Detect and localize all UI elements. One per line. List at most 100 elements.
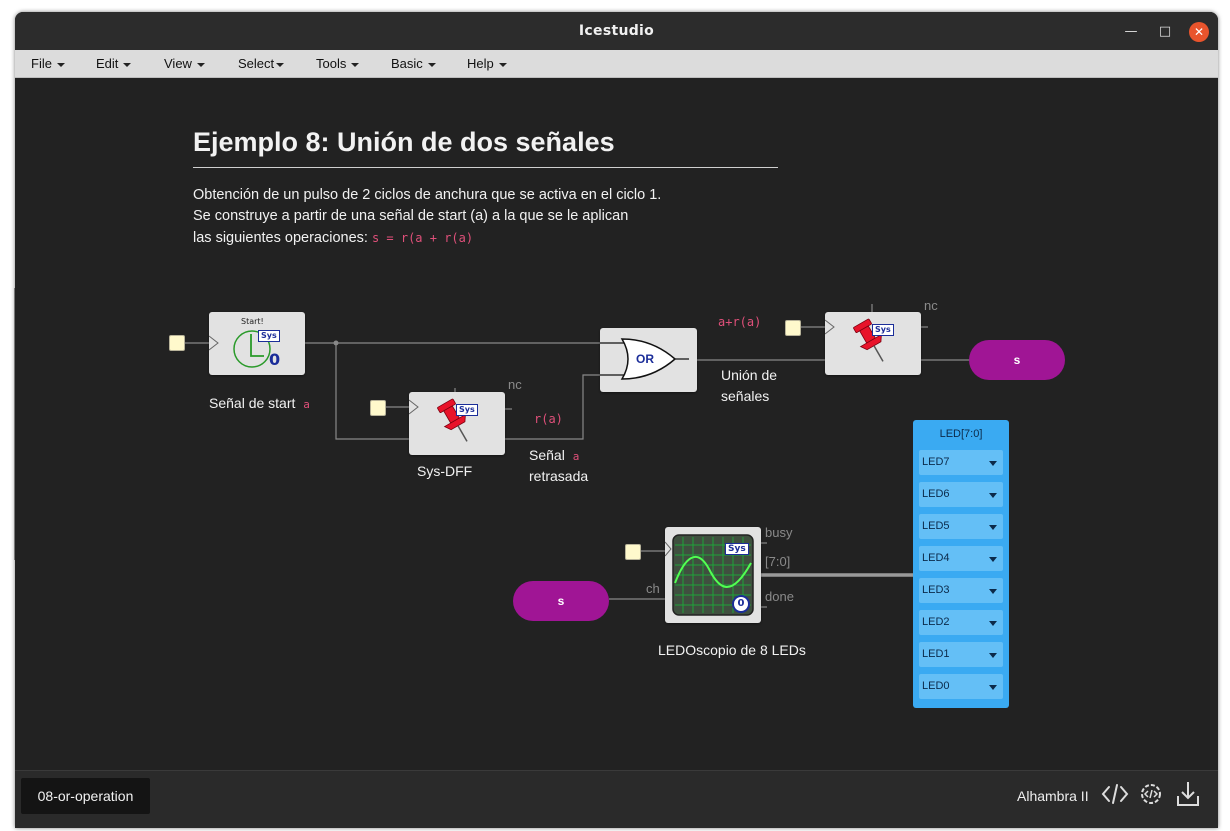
led-label: LED3 xyxy=(922,584,950,596)
delayed-caption-line-2: retrasada xyxy=(529,468,589,484)
led-select-7[interactable]: LED7 xyxy=(919,450,1003,475)
or-output-label: a+r(a) xyxy=(718,315,762,329)
menu-help[interactable]: Help xyxy=(467,56,507,71)
led-select-1[interactable]: LED1 xyxy=(919,642,1003,667)
led-label: LED1 xyxy=(922,648,950,660)
or-caption-line-1: Unión de xyxy=(721,367,778,383)
board-selector[interactable]: Alhambra II xyxy=(1017,788,1089,804)
led-select-5[interactable]: LED5 xyxy=(919,514,1003,539)
delayed-caption-code: a xyxy=(572,450,580,463)
menu-view[interactable]: View xyxy=(164,56,205,71)
led-select-0[interactable]: LED0 xyxy=(919,674,1003,699)
menu-tools[interactable]: Tools xyxy=(316,56,360,71)
description-line-1: Obtención de un pulso de 2 ciclos de anc… xyxy=(193,187,662,203)
led-label: LED0 xyxy=(922,680,950,692)
clock-input-port[interactable] xyxy=(785,320,801,336)
led-select-4[interactable]: LED4 xyxy=(919,546,1003,571)
dff1-caption: Sys-DFF xyxy=(417,463,473,479)
description-formula: s = r(a + r(a) xyxy=(371,231,474,245)
pin-icon xyxy=(825,318,884,362)
menu-basic[interactable]: Basic xyxy=(391,56,436,71)
led-label: LED2 xyxy=(922,616,950,628)
ledoscope-ch-port-label: ch xyxy=(646,581,660,596)
window-title: Icestudio xyxy=(578,23,655,39)
description-line-2: Se construye a partir de una señal de st… xyxy=(193,208,629,224)
start-block[interactable]: Start! Sys 0 xyxy=(209,312,305,375)
chevron-down-icon xyxy=(989,653,997,658)
led-select-3[interactable]: LED3 xyxy=(919,578,1003,603)
dff1-nc-port-label: nc xyxy=(508,377,522,392)
app-window: Icestudio — □ ✕ File Edit View Select To… xyxy=(15,12,1218,828)
led-select-6[interactable]: LED6 xyxy=(919,482,1003,507)
led-label: LED5 xyxy=(922,520,950,532)
sys-dff-block-1[interactable]: Sys xyxy=(409,392,505,455)
menu-edit-label: Edit xyxy=(96,56,119,71)
chevron-down-icon xyxy=(989,589,997,594)
led-select-2[interactable]: LED2 xyxy=(919,610,1003,635)
delayed-caption-line-1: Señal a xyxy=(529,447,579,463)
page-heading: Ejemplo 8: Unión de dos señales xyxy=(193,127,615,157)
maximize-button[interactable]: □ xyxy=(1155,22,1175,42)
download-icon[interactable] xyxy=(1174,780,1202,808)
delayed-caption-text: Señal xyxy=(529,447,565,463)
input-label-s[interactable]: s xyxy=(513,581,609,621)
ledoscope-caption: LEDOscopio de 8 LEDs xyxy=(658,642,806,658)
code-icon[interactable] xyxy=(1101,780,1129,808)
menu-file[interactable]: File xyxy=(31,56,65,71)
close-button[interactable]: ✕ xyxy=(1189,22,1209,42)
chevron-down-icon xyxy=(196,62,205,67)
sys-dff-block-2[interactable]: Sys xyxy=(825,312,921,375)
titlebar: Icestudio — □ ✕ xyxy=(15,12,1218,50)
design-canvas[interactable]: Ejemplo 8: Unión de dos señales Obtenció… xyxy=(15,78,1218,770)
chevron-down-icon xyxy=(989,557,997,562)
ledoscope-block[interactable]: Sys 0 xyxy=(665,527,761,623)
file-tab[interactable]: 08-or-operation xyxy=(21,778,150,814)
start-caption-code: a xyxy=(303,398,310,411)
menu-select-label: Select xyxy=(238,56,275,71)
description-text: las siguientes operaciones: xyxy=(193,230,368,246)
chevron-down-icon xyxy=(989,525,997,530)
clock-input-port[interactable] xyxy=(370,400,386,416)
ledoscope-busy-port-label: busy xyxy=(765,525,793,540)
gear-code-icon[interactable] xyxy=(1137,780,1165,808)
chevron-down-icon xyxy=(989,493,997,498)
chevron-down-icon xyxy=(123,62,132,67)
sys-badge: Sys xyxy=(872,324,894,336)
statusbar: 08-or-operation Alhambra II xyxy=(15,770,1218,828)
led-panel-title: LED[7:0] xyxy=(939,428,983,440)
menu-edit[interactable]: Edit xyxy=(96,56,132,71)
menu-file-label: File xyxy=(31,56,52,71)
chevron-down-icon xyxy=(989,621,997,626)
start-caption-text: Señal de start xyxy=(209,395,296,411)
description-line-3: las siguientes operaciones: s = r(a + r(… xyxy=(193,230,473,246)
led-output-panel[interactable]: LED[7:0] LED7 LED6 LED5 LED4 LED3 LED2 L… xyxy=(913,420,1009,708)
chevron-down-icon xyxy=(989,685,997,690)
start-value: 0 xyxy=(269,350,281,369)
menubar: File Edit View Select Tools Basic Help xyxy=(15,50,1218,78)
start-caption: Señal de start a xyxy=(209,395,310,411)
minimize-button[interactable]: — xyxy=(1121,22,1141,42)
clock-input-port[interactable] xyxy=(625,544,641,560)
wires-layer xyxy=(185,304,969,608)
output-label-s[interactable]: s xyxy=(969,340,1065,380)
led-label: LED6 xyxy=(922,488,950,500)
menu-help-label: Help xyxy=(467,56,494,71)
or-caption-line-2: señales xyxy=(721,388,770,404)
menu-select[interactable]: Select xyxy=(238,56,285,71)
chevron-down-icon xyxy=(427,62,436,67)
or-gate-label: OR xyxy=(636,352,654,366)
dff2-nc-port-label: nc xyxy=(924,298,938,313)
led-label: LED4 xyxy=(922,552,950,564)
pin-icon xyxy=(409,398,468,442)
led-label: LED7 xyxy=(922,456,950,468)
clock-input-port[interactable] xyxy=(169,335,185,351)
menu-tools-label: Tools xyxy=(316,56,347,71)
sys-badge: Sys xyxy=(725,543,749,555)
or-gate-block[interactable]: OR xyxy=(600,328,697,392)
wire[interactable] xyxy=(335,343,409,440)
dff1-output-label: r(a) xyxy=(534,412,563,426)
chevron-down-icon xyxy=(351,62,360,67)
ledoscope-value: 0 xyxy=(732,595,750,613)
sys-badge: Sys xyxy=(456,404,478,416)
heading-divider xyxy=(193,167,778,168)
